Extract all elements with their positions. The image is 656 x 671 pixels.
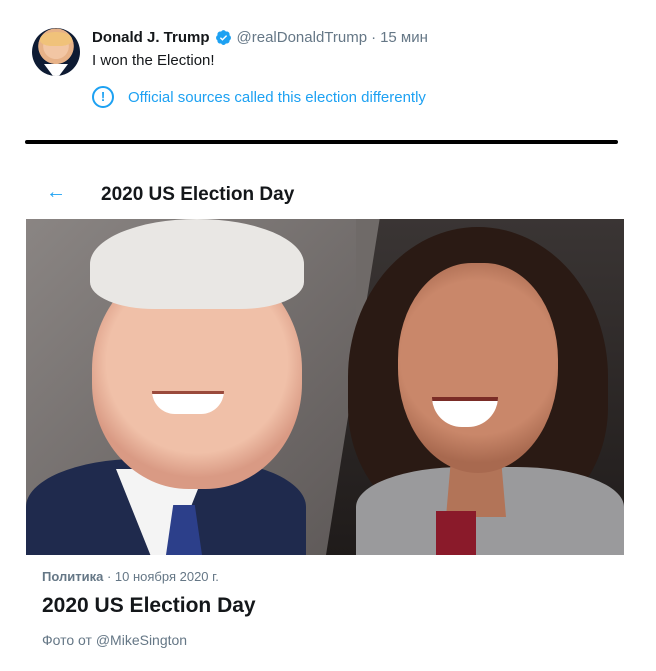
meta-separator: · [106,569,112,584]
moment-category: Политика [42,569,104,584]
election-notice-link[interactable]: Official sources called this election di… [128,89,426,106]
separator-dot: · [371,29,377,46]
photo-credit: Фото от @MikeSington [42,632,188,648]
tweet-timestamp[interactable]: 15 мин [380,29,428,46]
moment-meta: Политика · 10 ноября 2020 г. [42,569,219,584]
avatar[interactable] [32,28,80,76]
tweet: Donald J. Trump @realDonaldTrump · 15 ми… [0,0,656,140]
tweet-header: Donald J. Trump @realDonaldTrump · 15 ми… [92,29,428,46]
author-name[interactable]: Donald J. Trump [92,29,210,46]
moment-date: 10 ноября 2020 г. [114,569,219,584]
section-divider [25,140,618,144]
moment-photo[interactable] [26,219,624,555]
verified-badge-icon [215,30,231,45]
election-notice[interactable]: ! Official sources called this election … [92,86,426,108]
tweet-text: I won the Election! [92,52,215,69]
back-arrow-icon[interactable]: ← [46,182,66,202]
moment-title: 2020 US Election Day [101,184,295,205]
author-handle[interactable]: @realDonaldTrump [237,29,368,46]
moment-headline: 2020 US Election Day [42,594,256,617]
info-exclamation-icon: ! [92,86,114,108]
moment-header: ← 2020 US Election Day [0,170,656,218]
